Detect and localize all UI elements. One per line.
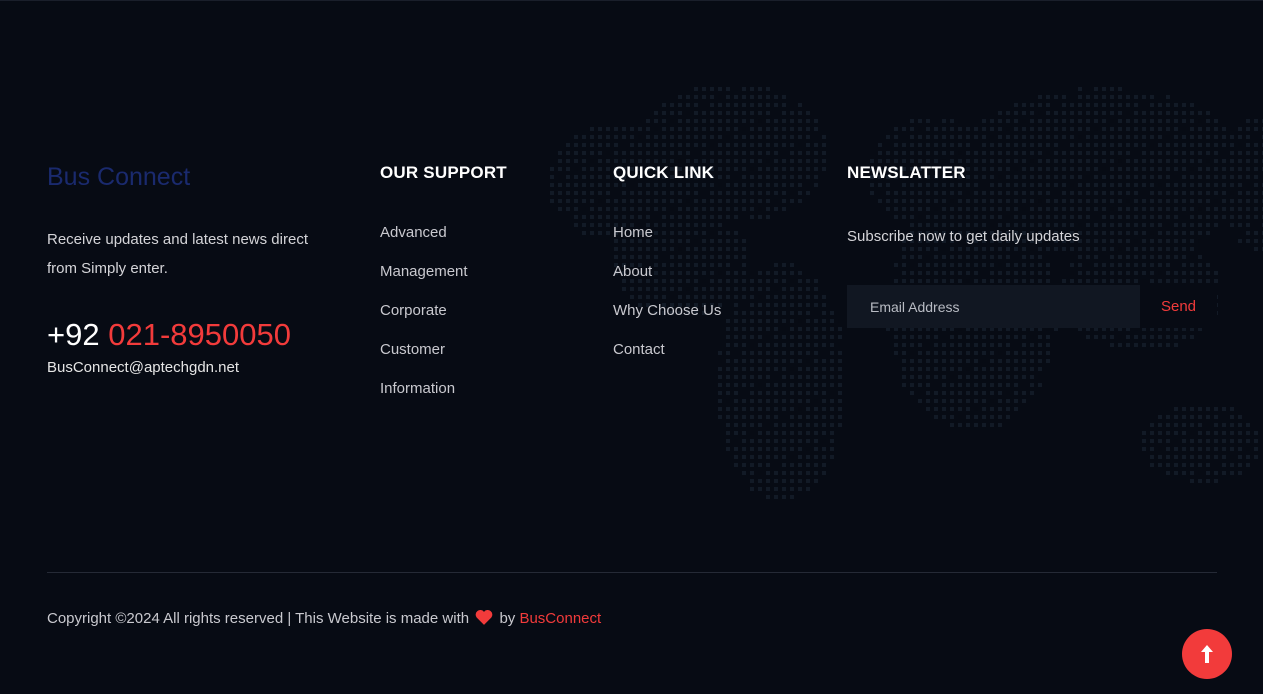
quick-link-heading: QUICK LINK — [613, 163, 715, 182]
contact-email[interactable]: BusConnect@aptechgdn.net — [47, 359, 337, 376]
copyright-text: Copyright ©2024 All rights reserved | Th… — [47, 610, 470, 627]
phone-prefix: +92 — [47, 317, 100, 352]
brand-description: Receive updates and latest news direct f… — [47, 231, 308, 277]
subscribe-form: Send — [847, 285, 1217, 328]
brand-column: Bus Connect Receive updates and latest n… — [47, 161, 337, 376]
heart-icon — [475, 610, 493, 625]
phone-digits: 021-8950050 — [108, 317, 291, 352]
support-column: OUR SUPPORT Advanced Management Corporat… — [380, 161, 580, 418]
newsletter-heading: NEWSLATTER — [847, 163, 966, 182]
support-link-management[interactable]: Management — [380, 262, 580, 282]
support-link-customer[interactable]: Customer — [380, 340, 580, 360]
footer-divider — [47, 572, 1217, 573]
quick-link-column: QUICK LINK Home About Why Choose Us Cont… — [613, 161, 813, 379]
arrow-up-icon — [1201, 645, 1213, 663]
support-heading: OUR SUPPORT — [380, 163, 507, 182]
email-input[interactable] — [847, 285, 1140, 328]
send-button[interactable]: Send — [1140, 285, 1217, 328]
quick-link-about[interactable]: About — [613, 262, 813, 282]
support-link-information[interactable]: Information — [380, 379, 580, 399]
quick-link-home[interactable]: Home — [613, 223, 813, 243]
copyright: Copyright ©2024 All rights reserved | Th… — [47, 609, 601, 629]
brand-title: Bus Connect — [47, 163, 191, 191]
support-links: Advanced Management Corporate Customer I… — [380, 223, 580, 399]
quick-links: Home About Why Choose Us Contact — [613, 223, 813, 360]
newsletter-column: NEWSLATTER Subscribe now to get daily up… — [847, 161, 1227, 328]
newsletter-text: Subscribe now to get daily updates — [847, 228, 1080, 245]
copyright-by: by — [499, 610, 516, 627]
support-link-corporate[interactable]: Corporate — [380, 301, 580, 321]
back-to-top-button[interactable] — [1182, 629, 1232, 679]
phone-number[interactable]: +92 021-8950050 — [47, 317, 337, 353]
copyright-brand-link[interactable]: BusConnect — [519, 610, 601, 627]
site-footer: Bus Connect Receive updates and latest n… — [0, 0, 1263, 694]
support-link-advanced[interactable]: Advanced — [380, 223, 580, 243]
quick-link-why-choose-us[interactable]: Why Choose Us — [613, 301, 813, 321]
quick-link-contact[interactable]: Contact — [613, 340, 813, 360]
